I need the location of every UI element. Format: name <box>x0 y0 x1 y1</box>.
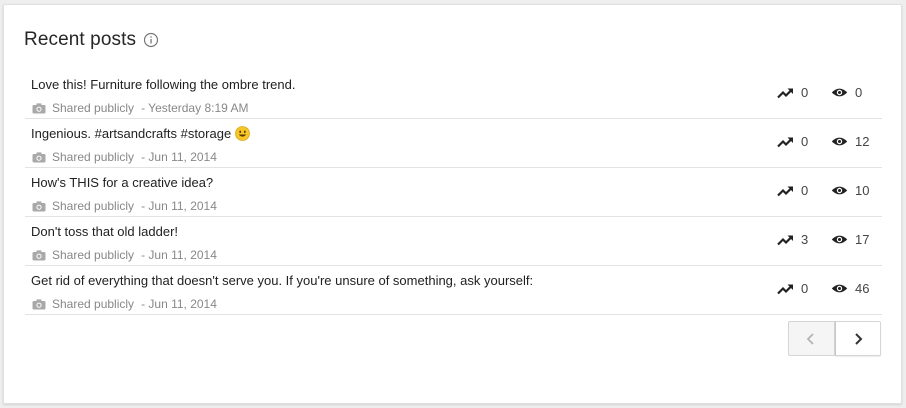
card-title: Recent posts <box>24 29 137 50</box>
post-date[interactable]: - Jun 11, 2014 <box>141 199 217 213</box>
post-text-wrap: Get rid of everything that doesn't serve… <box>31 273 533 288</box>
post-date[interactable]: - Jun 11, 2014 <box>141 297 217 311</box>
camera-icon <box>32 249 46 261</box>
post-views-stat: 10 <box>831 183 869 198</box>
post-row[interactable]: Love this! Furniture following the ombre… <box>25 70 882 119</box>
post-text[interactable]: Love this! Furniture following the ombre… <box>31 77 295 92</box>
post-trend-count: 3 <box>801 232 809 247</box>
info-icon[interactable] <box>143 32 159 48</box>
post-views-count: 10 <box>855 183 870 198</box>
post-text-wrap: Ingenious. #artsandcrafts #storage <box>31 126 251 141</box>
post-trend-stat: 3 <box>777 232 808 247</box>
previous-page-button[interactable] <box>788 321 835 356</box>
camera-icon <box>32 298 46 310</box>
post-trend-stat: 0 <box>777 183 808 198</box>
trending-up-icon <box>777 137 793 147</box>
post-date[interactable]: - Jun 11, 2014 <box>141 248 217 262</box>
trending-up-icon <box>777 284 793 294</box>
trending-up-icon <box>777 186 793 196</box>
eye-icon <box>831 137 848 146</box>
post-text-wrap: Love this! Furniture following the ombre… <box>31 77 295 92</box>
post-text-wrap: Don't toss that old ladder! <box>31 224 178 239</box>
post-meta: Shared publicly - Jun 11, 2014 <box>32 150 217 164</box>
camera-icon <box>32 151 46 163</box>
posts-list: Love this! Furniture following the ombre… <box>25 70 882 315</box>
post-row[interactable]: Don't toss that old ladder! Shared publi… <box>25 217 882 266</box>
camera-icon <box>32 200 46 212</box>
post-row[interactable]: Ingenious. #artsandcrafts #storage Share… <box>25 119 882 168</box>
post-text[interactable]: Get rid of everything that doesn't serve… <box>31 273 533 288</box>
post-visibility: Shared publicly <box>52 248 135 262</box>
post-visibility: Shared publicly <box>52 101 135 115</box>
post-views-count: 0 <box>855 85 863 100</box>
post-visibility: Shared publicly <box>52 199 135 213</box>
post-text[interactable]: How's THIS for a creative idea? <box>31 175 213 190</box>
camera-icon <box>32 102 46 114</box>
trending-up-icon <box>777 235 793 245</box>
post-trend-count: 0 <box>801 281 809 296</box>
post-trend-stat: 0 <box>777 281 808 296</box>
post-trend-count: 0 <box>801 85 809 100</box>
post-meta: Shared publicly - Yesterday 8:19 AM <box>32 101 248 115</box>
smiley-emoji-icon <box>235 126 251 141</box>
post-views-count: 17 <box>855 232 870 247</box>
eye-icon <box>831 186 848 195</box>
post-row[interactable]: How's THIS for a creative idea? Shared p… <box>25 168 882 217</box>
post-date[interactable]: - Yesterday 8:19 AM <box>141 101 248 115</box>
post-visibility: Shared publicly <box>52 297 135 311</box>
post-meta: Shared publicly - Jun 11, 2014 <box>32 199 217 213</box>
post-meta: Shared publicly - Jun 11, 2014 <box>32 248 217 262</box>
card-header: Recent posts <box>24 27 159 53</box>
eye-icon <box>831 235 848 244</box>
chevron-right-icon <box>855 332 863 345</box>
post-views-stat: 12 <box>831 134 869 149</box>
post-trend-count: 0 <box>801 183 809 198</box>
post-meta: Shared publicly - Jun 11, 2014 <box>32 297 217 311</box>
eye-icon <box>831 284 848 293</box>
post-trend-stat: 0 <box>777 134 808 149</box>
post-text-wrap: How's THIS for a creative idea? <box>31 175 213 190</box>
post-text[interactable]: Ingenious. #artsandcrafts #storage <box>31 126 231 141</box>
post-row[interactable]: Get rid of everything that doesn't serve… <box>25 266 882 315</box>
post-trend-stat: 0 <box>777 85 808 100</box>
post-trend-count: 0 <box>801 134 809 149</box>
chevron-left-icon <box>806 332 814 345</box>
post-views-stat: 0 <box>831 85 862 100</box>
post-views-stat: 17 <box>831 232 869 247</box>
eye-icon <box>831 88 848 97</box>
next-page-button[interactable] <box>834 321 881 356</box>
post-views-stat: 46 <box>831 281 869 296</box>
pagination <box>788 321 881 356</box>
trending-up-icon <box>777 88 793 98</box>
post-views-count: 12 <box>855 134 870 149</box>
post-text[interactable]: Don't toss that old ladder! <box>31 224 178 239</box>
post-visibility: Shared publicly <box>52 150 135 164</box>
recent-posts-card: Recent posts Love this! Furniture follow… <box>3 4 902 404</box>
post-date[interactable]: - Jun 11, 2014 <box>141 150 217 164</box>
post-views-count: 46 <box>855 281 870 296</box>
